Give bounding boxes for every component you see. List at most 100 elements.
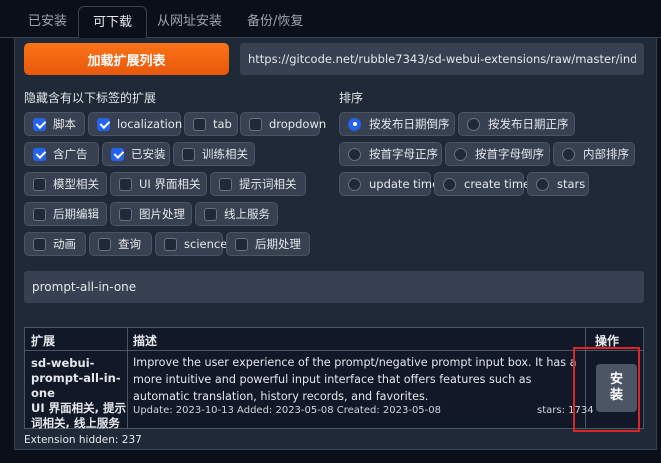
extension-description: Improve the user experience of the promp… [133, 356, 577, 403]
tag-chip-prompts[interactable]: 提示词相关 [210, 172, 306, 196]
column-header-description: 描述 [133, 334, 158, 348]
column-header-extension: 扩展 [31, 334, 56, 348]
radio-icon[interactable] [348, 177, 361, 191]
sort-option-label: 按首字母正序 [369, 147, 438, 161]
checkbox-icon[interactable] [33, 237, 46, 251]
checkbox-icon[interactable] [182, 147, 195, 161]
extension-table: 扩展 描述 操作 sd-webui-prompt-all-in-one UI 界… [24, 327, 644, 431]
tag-label: 含广告 [53, 147, 88, 161]
tag-chip-postprocessing[interactable]: 后期处理 [226, 232, 310, 256]
sort-option-date-asc[interactable]: 按发布日期正序 [458, 112, 575, 136]
checkbox-icon[interactable] [33, 117, 46, 131]
tag-chip-models[interactable]: 模型相关 [24, 172, 107, 196]
load-extension-list-button[interactable]: 加载扩展列表 [24, 43, 229, 75]
radio-icon[interactable] [536, 177, 549, 191]
install-button-label-top: 安 [609, 372, 623, 387]
tag-label: localization [117, 117, 183, 131]
sort-option-label: update time [369, 177, 440, 191]
checkbox-icon[interactable] [219, 177, 232, 191]
sort-label: 排序 [339, 91, 364, 105]
tab-backup-restore[interactable]: 备份/恢复 [247, 10, 303, 29]
checkbox-icon[interactable] [204, 207, 217, 221]
tag-label: 脚本 [53, 117, 76, 131]
radio-icon[interactable] [443, 177, 456, 191]
tag-label: 后期处理 [255, 237, 301, 251]
checkbox-icon[interactable] [193, 117, 206, 131]
radio-icon[interactable] [454, 147, 467, 161]
tab-bar: 已安装 可下载 从网址安装 备份/恢复 [0, 0, 661, 39]
install-button[interactable]: 安 装 [596, 364, 637, 412]
extension-dates: Update: 2023-10-13 Added: 2023-05-08 Cre… [133, 405, 441, 416]
tag-label: science [184, 237, 228, 251]
tag-label: 训练相关 [202, 147, 248, 161]
checkbox-icon[interactable] [98, 237, 111, 251]
extension-tags: UI 界面相关, 提示词相关, 线上服务 [31, 401, 126, 430]
radio-icon[interactable] [348, 147, 361, 161]
tag-label: 动画 [53, 237, 76, 251]
sort-option-label: 按发布日期倒序 [369, 117, 450, 131]
sort-option-internal[interactable]: 内部排序 [553, 142, 635, 166]
tag-chip-ads[interactable]: 含广告 [24, 142, 99, 166]
tag-chip-script[interactable]: 脚本 [24, 112, 85, 136]
sort-option-create-time[interactable]: create time [434, 172, 530, 196]
install-button-label-bottom: 装 [609, 388, 623, 403]
tag-label: UI 界面相关 [139, 177, 201, 191]
extension-name-link[interactable]: sd-webui-prompt-all-in-one [31, 356, 131, 401]
tag-chip-installed[interactable]: 已安装 [102, 142, 170, 166]
tag-chip-localization[interactable]: localization [88, 112, 183, 136]
radio-icon[interactable] [467, 117, 480, 131]
checkbox-icon[interactable] [249, 117, 262, 131]
tab-install-from-url[interactable]: 从网址安装 [157, 10, 222, 29]
tag-chip-tab[interactable]: tab [184, 112, 238, 136]
checkbox-icon[interactable] [33, 147, 46, 161]
checkbox-icon[interactable] [33, 177, 46, 191]
tag-chip-ui[interactable]: UI 界面相关 [110, 172, 207, 196]
tag-chip-online[interactable]: 线上服务 [195, 202, 278, 226]
tag-label: dropdown [269, 117, 327, 131]
sort-option-date-desc[interactable]: 按发布日期倒序 [339, 112, 455, 136]
tag-chip-science[interactable]: science [155, 232, 227, 256]
tag-chip-dropdown[interactable]: dropdown [240, 112, 326, 136]
radio-icon[interactable] [562, 147, 575, 161]
tab-available[interactable]: 可下载 [78, 6, 148, 39]
checkbox-icon[interactable] [111, 147, 124, 161]
checkbox-icon[interactable] [97, 117, 110, 131]
tag-label: 已安装 [131, 147, 166, 161]
column-header-action: 操作 [595, 334, 620, 348]
checkbox-icon[interactable] [235, 237, 248, 251]
tag-label: 图片处理 [139, 207, 185, 221]
tab-installed[interactable]: 已安装 [28, 10, 67, 29]
sort-option-update-time[interactable]: update time [339, 172, 439, 196]
sort-option-label: 按发布日期正序 [488, 117, 569, 131]
sort-option-label: 内部排序 [583, 147, 629, 161]
tag-label: 提示词相关 [239, 177, 297, 191]
radio-icon[interactable] [348, 117, 361, 131]
sort-option-label: 按首字母倒序 [475, 147, 544, 161]
tag-label: 查询 [118, 237, 141, 251]
extension-search-input[interactable] [24, 271, 644, 303]
hide-tags-label: 隐藏含有以下标签的扩展 [24, 91, 157, 105]
tag-chip-training[interactable]: 训练相关 [173, 142, 255, 166]
sort-option-label: create time [464, 177, 531, 191]
hidden-extension-count: Extension hidden: 237 [24, 434, 142, 446]
tag-label: tab [213, 117, 232, 131]
checkbox-icon[interactable] [33, 207, 46, 221]
tag-label: 线上服务 [224, 207, 270, 221]
sort-option-stars[interactable]: stars [527, 172, 589, 196]
tag-chip-query[interactable]: 查询 [89, 232, 152, 256]
sort-option-label: stars [557, 177, 586, 191]
checkbox-icon[interactable] [119, 177, 132, 191]
tag-label: 模型相关 [53, 177, 99, 191]
header-divider [25, 350, 643, 351]
tag-chip-animation[interactable]: 动画 [24, 232, 86, 256]
sort-option-alpha-desc[interactable]: 按首字母倒序 [445, 142, 550, 166]
sort-option-alpha-asc[interactable]: 按首字母正序 [339, 142, 442, 166]
tag-chip-image-processing[interactable]: 图片处理 [110, 202, 192, 226]
index-url-input[interactable] [240, 43, 644, 75]
tag-chip-editing[interactable]: 后期编辑 [24, 202, 107, 226]
table-row-name: sd-webui-prompt-all-in-one UI 界面相关, 提示词相… [31, 356, 131, 431]
checkbox-icon[interactable] [164, 237, 177, 251]
tag-label: 后期编辑 [53, 207, 99, 221]
checkbox-icon[interactable] [119, 207, 132, 221]
extension-stars: stars: 1734 [537, 405, 594, 416]
